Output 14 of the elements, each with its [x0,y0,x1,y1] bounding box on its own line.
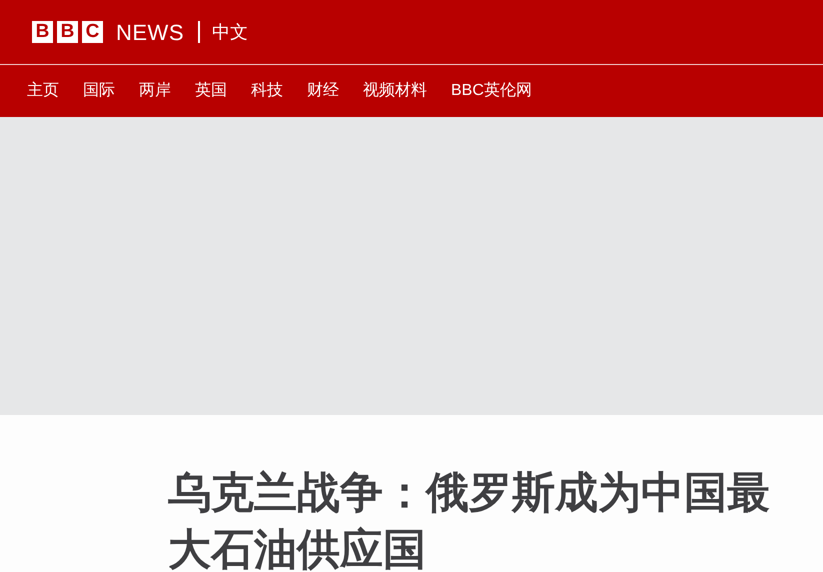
logo-block: C [82,21,103,43]
logo-block: B [32,21,53,43]
edition-label: 中文 [212,20,248,44]
nav-link[interactable]: BBC英伦网 [451,79,532,103]
nav-link[interactable]: 财经 [307,79,339,103]
headline: 乌克兰战争：俄罗斯成为中国最大石油供应国 [168,468,771,572]
brand-name: NEWS [116,18,184,46]
nav-link[interactable]: 国际 [83,79,115,103]
nav-link[interactable]: 视频材料 [363,79,427,103]
nav-link[interactable]: 两岸 [139,79,171,103]
nav-link[interactable]: 主页 [27,79,59,103]
logo-block: B [57,21,78,43]
nav-link[interactable]: 英国 [195,79,227,103]
nav-link[interactable]: 科技 [251,79,283,103]
